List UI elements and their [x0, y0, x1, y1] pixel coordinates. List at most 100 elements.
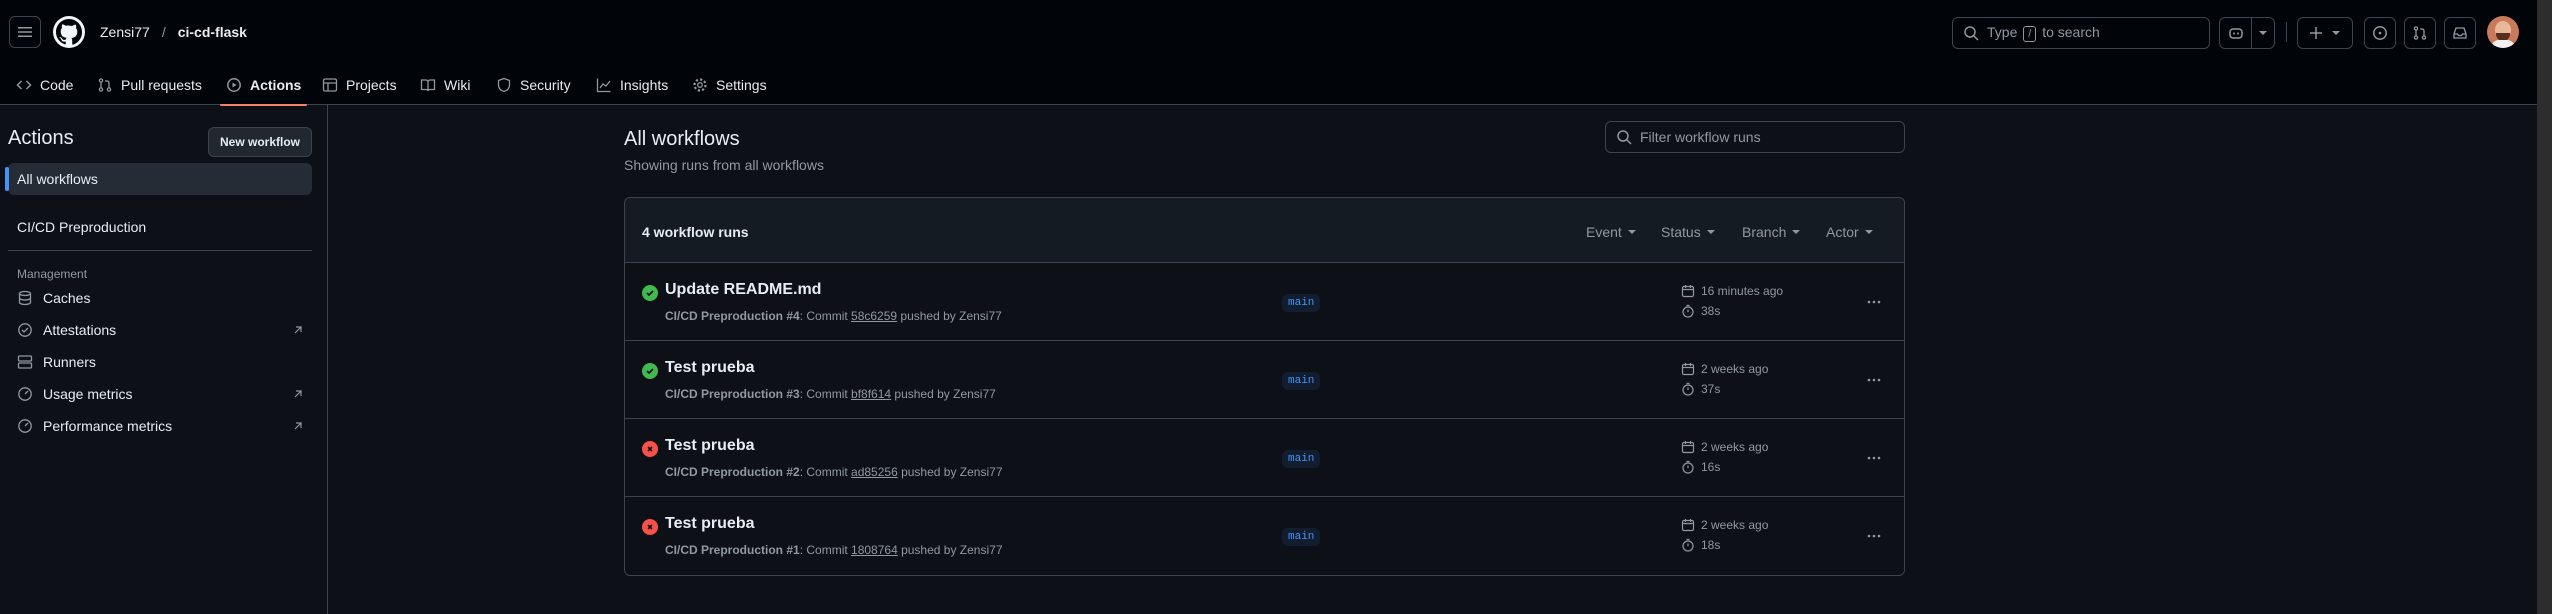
search-suffix: to search: [2042, 24, 2100, 40]
run-duration-value: 37s: [1701, 382, 1721, 396]
external-link-icon: [292, 324, 304, 336]
run-options-button[interactable]: [1860, 368, 1888, 392]
sidebar-item-label: All workflows: [17, 171, 98, 187]
breadcrumb-owner[interactable]: Zensi77: [100, 24, 150, 40]
github-logo[interactable]: [53, 16, 85, 48]
tab-projects[interactable]: Projects: [322, 64, 397, 105]
run-commit-sha[interactable]: 1808764: [851, 543, 898, 557]
tab-settings[interactable]: Settings: [692, 64, 767, 105]
tab-code[interactable]: Code: [16, 64, 73, 105]
tab-insights[interactable]: Insights: [596, 64, 668, 105]
external-link-icon: [292, 388, 304, 400]
sidebar-item-caches[interactable]: Caches: [8, 282, 312, 314]
new-workflow-button[interactable]: New workflow: [208, 127, 312, 157]
calendar-icon: [1681, 519, 1695, 532]
run-timestamp: 2 weeks ago: [1681, 362, 1768, 376]
run-title[interactable]: Test prueba: [665, 437, 755, 455]
plus-icon: [2310, 27, 2322, 39]
run-title[interactable]: Update README.md: [665, 281, 821, 299]
sidebar-item-label: Performance metrics: [43, 418, 173, 434]
search-prefix: Type: [1987, 24, 2018, 40]
workflow-run-row[interactable]: Update README.md CI/CD Preproduction #4:…: [625, 263, 1904, 341]
run-duration-value: 18s: [1701, 538, 1721, 552]
shield-icon: [496, 77, 512, 93]
tab-wiki[interactable]: Wiki: [420, 64, 470, 105]
create-new-button[interactable]: [2297, 17, 2353, 49]
event-filter-button[interactable]: Event: [1586, 224, 1636, 240]
issues-button[interactable]: [2364, 17, 2396, 49]
avatar[interactable]: [2487, 16, 2519, 48]
kebab-horizontal-icon: [1867, 378, 1881, 382]
run-title[interactable]: Test prueba: [665, 515, 755, 533]
run-pushed-by: pushed by Zensi77: [897, 309, 1002, 323]
actions-sidebar: Actions New workflow All workflows CI/CD…: [0, 105, 328, 614]
menu-button[interactable]: [9, 16, 41, 48]
triangle-down-icon: [2332, 31, 2340, 35]
run-duration: 16s: [1681, 460, 1720, 474]
tab-pull-requests[interactable]: Pull requests: [97, 64, 202, 105]
sidebar-item-usage-metrics[interactable]: Usage metrics: [8, 378, 312, 410]
actor-filter-button[interactable]: Actor: [1826, 224, 1873, 240]
sidebar-item-all-workflows[interactable]: All workflows: [5, 163, 312, 195]
branch-label[interactable]: main: [1282, 450, 1321, 468]
triangle-down-icon: [1627, 230, 1636, 234]
tab-pull-requests-label: Pull requests: [121, 76, 202, 93]
play-icon: [226, 77, 242, 93]
header-divider: [2286, 22, 2287, 42]
pull-requests-button[interactable]: [2404, 17, 2436, 49]
status-filter-button[interactable]: Status: [1661, 224, 1715, 240]
sidebar-divider: [8, 250, 312, 251]
workflow-runs-count: 4 workflow runs: [642, 224, 749, 240]
sidebar-item-runners[interactable]: Runners: [8, 346, 312, 378]
run-meta: CI/CD Preproduction #1: Commit 1808764 p…: [665, 543, 1003, 557]
global-search[interactable]: Type / to search: [1952, 17, 2210, 49]
run-pushed-by: pushed by Zensi77: [897, 543, 1003, 557]
tab-code-label: Code: [40, 76, 74, 93]
run-commit-sha[interactable]: ad85256: [851, 465, 898, 479]
run-title[interactable]: Test prueba: [665, 359, 755, 377]
x-circle-icon: [642, 519, 658, 535]
tab-projects-label: Projects: [346, 76, 397, 93]
page-scrollbar[interactable]: [2537, 0, 2552, 614]
workflow-run-row[interactable]: Test prueba CI/CD Preproduction #3: Comm…: [625, 341, 1904, 419]
breadcrumb-repo[interactable]: ci-cd-flask: [178, 24, 247, 40]
sidebar-item-performance-metrics[interactable]: Performance metrics: [8, 410, 312, 442]
workflow-run-row[interactable]: Test prueba CI/CD Preproduction #1: Comm…: [625, 497, 1904, 575]
tab-wiki-label: Wiki: [444, 76, 471, 93]
run-commit-prefix: : Commit: [799, 543, 852, 557]
branch-label[interactable]: main: [1282, 372, 1321, 390]
stopwatch-icon: [1682, 382, 1694, 396]
branch-filter-label: Branch: [1742, 224, 1787, 240]
run-options-button[interactable]: [1860, 290, 1888, 314]
run-timestamp: 16 minutes ago: [1681, 284, 1783, 298]
triangle-down-icon: [1792, 230, 1801, 234]
run-meta: CI/CD Preproduction #2: Commit ad85256 p…: [665, 465, 1003, 479]
tab-insights-label: Insights: [620, 76, 669, 93]
status-filter-label: Status: [1661, 224, 1701, 240]
run-commit-sha[interactable]: 58c6259: [851, 309, 897, 323]
sidebar-item-label: Caches: [43, 290, 91, 306]
workflow-run-row[interactable]: Test prueba CI/CD Preproduction #2: Comm…: [625, 419, 1904, 497]
branch-filter-button[interactable]: Branch: [1742, 224, 1801, 240]
copilot-button[interactable]: [2219, 17, 2251, 49]
run-options-button[interactable]: [1860, 524, 1888, 548]
branch-label[interactable]: main: [1282, 294, 1321, 312]
triangle-down-icon: [2259, 31, 2267, 35]
run-meta: CI/CD Preproduction #3: Commit bf8f614 p…: [665, 387, 996, 401]
stopwatch-icon: [1682, 460, 1694, 474]
inbox-button[interactable]: [2444, 17, 2476, 49]
sidebar-item-attestations[interactable]: Attestations: [8, 314, 312, 346]
breadcrumb: Zensi77 / ci-cd-flask: [100, 24, 247, 40]
run-when: 2 weeks ago: [1701, 440, 1769, 454]
tab-settings-label: Settings: [716, 76, 767, 93]
sidebar-item-label: Runners: [43, 354, 96, 370]
sidebar-item-workflow[interactable]: CI/CD Preproduction: [8, 211, 312, 243]
run-options-button[interactable]: [1860, 446, 1888, 470]
copilot-dropdown-button[interactable]: [2251, 17, 2275, 49]
run-commit-sha[interactable]: bf8f614: [851, 387, 891, 401]
tab-security[interactable]: Security: [496, 64, 571, 105]
management-heading: Management: [17, 267, 88, 281]
tab-actions[interactable]: Actions: [219, 64, 308, 106]
filter-workflow-runs-input[interactable]: Filter workflow runs: [1605, 121, 1905, 153]
branch-label[interactable]: main: [1282, 528, 1321, 546]
